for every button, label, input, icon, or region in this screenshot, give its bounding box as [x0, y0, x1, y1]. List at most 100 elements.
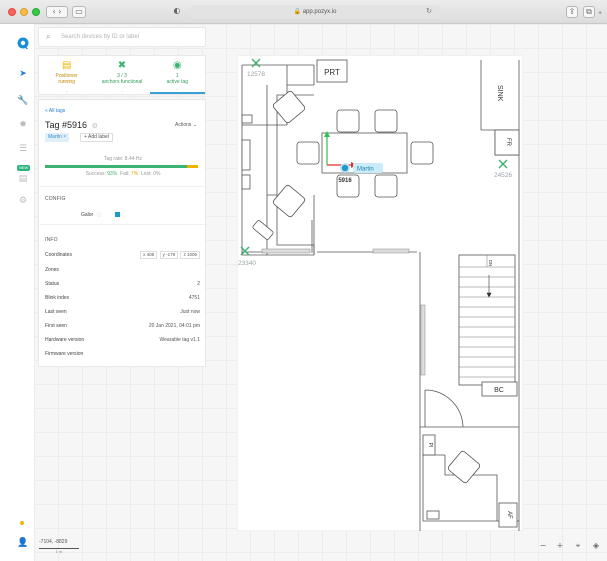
floor-plan: PRT SINK FR BC PI AF DN 12578 24526 2334…	[237, 55, 523, 531]
status-card-subtitle: running	[58, 79, 75, 85]
tag-id-text: 5916	[338, 178, 352, 184]
anchor-id-label: 24526	[494, 172, 512, 179]
browser-toolbar: ‹ › ▭ ◐ 🔒 app.pozyx.io ↻ ⇪ ⧉ +	[0, 0, 607, 24]
navigate-icon[interactable]: ➤	[16, 67, 30, 81]
tag-title: Tag #5916 ⚙	[45, 120, 98, 130]
circle-gear-icon[interactable]: ⚙	[16, 194, 30, 208]
status-dot-icon	[20, 521, 24, 525]
zoom-in-button[interactable]: +	[554, 540, 566, 552]
info-icon[interactable]: ⓘ	[97, 212, 102, 218]
sidebar-toggle-button[interactable]: ▭	[72, 6, 86, 18]
layers-button[interactable]: ◈	[590, 540, 602, 552]
fail-segment	[187, 165, 198, 168]
add-label-button[interactable]: + Add label	[80, 133, 113, 142]
success-value: 93%	[107, 171, 118, 177]
info-value: Wearable tag v1.1	[159, 337, 201, 343]
positioner-icon: ▤	[61, 60, 72, 71]
chevron-down-icon: ⌄	[192, 122, 197, 128]
close-window-button[interactable]	[8, 8, 16, 16]
info-key: Status	[45, 281, 60, 287]
room-bc-label: BC	[494, 387, 504, 394]
lock-icon: 🔒	[293, 9, 302, 15]
sidebar-icon: ▭	[75, 7, 83, 16]
reload-icon[interactable]: ↻	[426, 5, 432, 19]
galor-config: Galor ⓘ	[81, 211, 121, 218]
app-nav-rail: ➤ 🔧 ✹ ☰ NEW ▤ ⚙ 👤	[12, 24, 34, 561]
divider	[39, 186, 207, 187]
crosshair-icon: ⌖	[575, 541, 581, 550]
share-icon: ⇪	[568, 7, 576, 16]
info-value: Just now	[180, 309, 200, 315]
all-tags-link[interactable]: « All tags	[45, 108, 65, 114]
status-card-positioner[interactable]: ▤ Positioner running ⌄	[39, 56, 94, 94]
info-row: Last seen Just now	[45, 308, 200, 316]
galor-toggle[interactable]	[115, 212, 121, 217]
config-heading: CONFIG	[45, 196, 66, 202]
shield-half-icon: ◐	[173, 6, 181, 15]
search-icon: ⌕	[46, 32, 51, 41]
address-bar[interactable]: 🔒 app.pozyx.io ↻	[190, 5, 440, 19]
chevron-down-icon: ⌄	[175, 86, 179, 91]
share-button[interactable]: ⇪	[566, 6, 578, 18]
info-value: 2	[197, 281, 200, 287]
success-rate-bar	[45, 165, 198, 168]
search-input[interactable]: Search devices by ID or label	[61, 34, 139, 40]
fail-value: 7%	[130, 171, 139, 177]
layers-icon[interactable]: ▤	[16, 172, 30, 186]
room-af-label: AF	[506, 511, 512, 519]
maximize-window-button[interactable]	[32, 8, 40, 16]
side-panel: ⌕ Search devices by ID or label ▤ Positi…	[38, 27, 207, 367]
status-card-tags[interactable]: ◉ 1 active tag ⌄	[149, 56, 205, 94]
pozyx-logo-icon[interactable]	[16, 36, 30, 50]
success-stats: Success: 93% Fail: 7% Lost: 0%	[39, 171, 207, 177]
room-prt-label: PRT	[324, 68, 340, 77]
actions-label: Actions	[175, 122, 192, 128]
new-tab-button[interactable]: +	[598, 10, 602, 17]
zoom-out-button[interactable]: −	[537, 540, 549, 552]
success-segment	[45, 165, 187, 168]
room-fr-label: FR	[505, 138, 511, 147]
scale-unit: 1 m	[55, 549, 63, 554]
status-card-subtitle: anchors functional	[101, 79, 143, 85]
info-row: Blink index 4751	[45, 294, 200, 302]
galor-label: Galor	[81, 212, 94, 218]
minimize-window-button[interactable]	[20, 8, 28, 16]
label-chip-martin[interactable]: Martin ×	[45, 133, 70, 142]
anchor-id-label: 23340	[238, 260, 256, 267]
info-key: Zones	[45, 267, 59, 273]
minus-icon: −	[539, 541, 547, 550]
coord-z: z 1006	[180, 251, 200, 259]
tabs-button[interactable]: ⧉	[583, 6, 595, 18]
coord-x: x 408	[140, 251, 158, 259]
lost-stat: Lost: 0%	[140, 171, 161, 177]
new-badge: NEW	[17, 165, 31, 171]
tabs-icon: ⧉	[586, 7, 592, 16]
tag-rate: Tag rate: 8.44 Hz	[103, 156, 143, 162]
fail-label: Fail:	[120, 171, 131, 177]
privacy-button[interactable]: ◐	[170, 6, 184, 18]
info-key: First seen	[45, 323, 67, 329]
address-url: app.pozyx.io	[302, 9, 337, 15]
tag-label-text: Martin	[357, 167, 374, 173]
gear-icon[interactable]: ✹	[16, 118, 30, 132]
success-label: Success:	[85, 171, 108, 177]
info-row: Status 2	[45, 280, 200, 288]
recenter-button[interactable]: ⌖	[572, 540, 584, 552]
stairs-dn-label: DN	[488, 260, 493, 267]
chevron-left-icon[interactable]: ‹	[53, 7, 56, 16]
back-forward-buttons[interactable]: ‹ ›	[46, 6, 68, 18]
plus-icon: +	[556, 541, 564, 550]
map-scale: -7104, -8829 1 m	[39, 539, 79, 554]
tag-icon: ◉	[172, 60, 182, 71]
info-value: 20 Jan 2021, 04:01 pm	[148, 323, 200, 329]
settings-sliders-icon[interactable]: ☰	[16, 142, 30, 156]
info-heading: INFO	[45, 237, 58, 243]
settings-icon[interactable]: ⚙	[92, 122, 98, 130]
user-icon[interactable]: 👤	[16, 536, 30, 550]
device-search[interactable]: ⌕ Search devices by ID or label	[38, 27, 206, 47]
info-row-coordinates: Coordinates x 408 y -179 z 1006	[45, 251, 200, 259]
status-card-anchors[interactable]: ✖ 3 / 3 anchors functional ⌄	[94, 56, 149, 94]
actions-dropdown[interactable]: Actions ⌄	[175, 122, 197, 128]
chevron-right-icon[interactable]: ›	[58, 7, 61, 16]
wrench-icon[interactable]: 🔧	[16, 94, 30, 108]
